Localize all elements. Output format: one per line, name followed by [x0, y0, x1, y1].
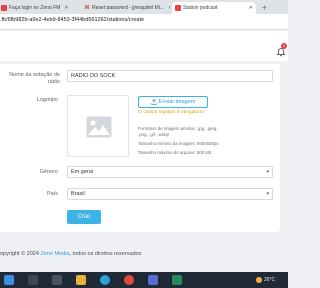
notification-badge: 1: [281, 43, 287, 49]
close-icon[interactable]: ✕: [249, 5, 253, 11]
explorer-icon[interactable]: [76, 275, 86, 285]
chevron-down-icon: ▾: [266, 169, 269, 175]
copyright-suffix: , todos os direitos reservados: [69, 251, 142, 257]
country-label: País: [46, 191, 58, 197]
windows-taskbar: 26°C: [0, 272, 288, 288]
genre-select[interactable]: Em geral ▾: [67, 166, 273, 178]
logo-required-warning: O campo logotipo é obrigatório: [138, 110, 204, 115]
logo-format-hint-cont: .png, .gif, .webp: [138, 132, 169, 137]
image-placeholder-icon: [86, 116, 112, 138]
copyright-prefix: opyright © 2024: [0, 251, 41, 257]
tab-gmail-reset[interactable]: M Reset password - jjnequilml Mi... ✕: [84, 2, 170, 14]
genre-selected-value: Em geral: [71, 169, 94, 175]
country-select[interactable]: Brasil ▾: [67, 188, 273, 200]
new-tab-button[interactable]: +: [262, 3, 267, 12]
station-name-input[interactable]: RADIO DO SOCK: [67, 70, 273, 82]
search-icon[interactable]: [28, 275, 38, 285]
chrome-icon[interactable]: [124, 275, 134, 285]
edge-icon[interactable]: [100, 275, 110, 285]
tab-zeno-login[interactable]: Faça login no Zeno FM ✕: [1, 2, 81, 14]
upload-image-button[interactable]: Enviar imagem: [138, 96, 208, 108]
create-station-card: [0, 64, 280, 232]
taskview-icon[interactable]: [52, 275, 62, 285]
logo-min-size-hint: Tamanho mínimo da imagem: 500x500px: [138, 141, 219, 146]
close-icon[interactable]: ✕: [168, 5, 170, 11]
zeno-media-link[interactable]: Zeno Media: [40, 251, 69, 257]
url-text[interactable]: .fb/6fb982b-a9e2-4eb9-8453-3f44bd561262/…: [0, 17, 144, 23]
tab-station-podcast[interactable]: Station podcast ✕: [172, 2, 256, 14]
address-bar[interactable]: .fb/6fb982b-a9e2-4eb9-8453-3f44bd561262/…: [0, 14, 288, 30]
logo-label: Logotipo: [36, 97, 58, 103]
temperature-text[interactable]: 26°C: [264, 277, 275, 283]
app-header: [0, 31, 288, 61]
close-icon[interactable]: ✕: [64, 5, 68, 11]
tab-label: Station podcast: [183, 5, 218, 11]
gmail-icon: M: [84, 5, 90, 11]
logo-format-hint: Formatos de imagem aceitos: .jpg, .jpeg,: [138, 126, 218, 131]
zeno-icon: [175, 5, 181, 11]
genre-label: Gênero: [39, 169, 58, 175]
station-name-label: Nome da estação de rádio: [9, 72, 60, 85]
country-selected-value: Brasil: [71, 191, 85, 197]
chevron-down-icon: ▾: [266, 191, 269, 197]
upload-icon: [150, 99, 157, 105]
upload-button-label: Enviar imagem: [158, 99, 196, 105]
create-button[interactable]: Criar: [67, 210, 101, 224]
tab-label: Faça login no Zeno FM: [9, 5, 61, 11]
app-icon[interactable]: [172, 275, 182, 285]
weather-icon[interactable]: [256, 277, 262, 283]
notifications-button[interactable]: 1: [276, 43, 287, 57]
logo-max-filesize-hint: Tamanho máximo do arquivo: 500 KB: [138, 150, 212, 155]
browser-tab-bar: Faça login no Zeno FM ✕ M Reset password…: [0, 0, 288, 14]
logo-preview: [67, 95, 129, 157]
tab-label: Reset password - jjnequilml Mi...: [92, 5, 164, 11]
zeno-icon: [1, 5, 7, 11]
windows-icon[interactable]: [4, 275, 14, 285]
copyright-footer: opyright © 2024 Zeno Media, todos os dir…: [0, 251, 141, 257]
store-icon[interactable]: [148, 275, 158, 285]
